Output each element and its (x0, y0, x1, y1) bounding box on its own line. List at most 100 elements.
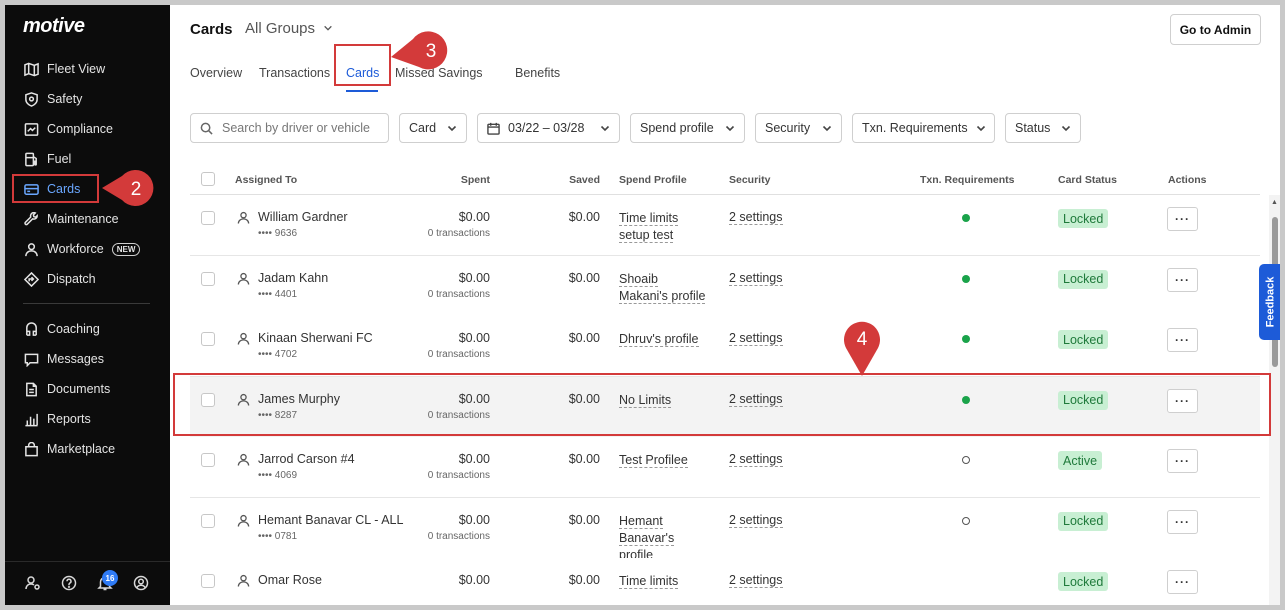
security-settings-link[interactable]: 2 settings (729, 513, 783, 528)
spend-profile-line: Banavar's (619, 530, 675, 546)
row-actions-button[interactable]: ··· (1167, 509, 1198, 534)
txn-requirement-status-dot (962, 335, 970, 343)
row-checkbox[interactable] (201, 271, 215, 286)
chevron-down-icon (1053, 123, 1071, 133)
sidebar-item-coaching[interactable]: Coaching (23, 318, 100, 340)
assignee-name[interactable]: Kinaan Sherwani FC (258, 331, 373, 345)
table-row[interactable]: William Gardner •••• 9636 $0.00 0 transacti… (190, 195, 1260, 256)
row-actions-button[interactable]: ··· (1167, 207, 1198, 231)
security-settings-link[interactable]: 2 settings (729, 452, 783, 467)
card-status-badge: Locked (1058, 511, 1109, 531)
spent-amount: $0.00 (458, 452, 490, 466)
assignee-name[interactable]: Jarrod Carson #4 (258, 452, 355, 466)
assignee-name[interactable]: Hemant Banavar CL - ALL (258, 513, 403, 527)
annotation-box-james-murphy-row (173, 373, 1271, 436)
row-checkbox[interactable] (201, 211, 215, 225)
row-actions-button[interactable]: ··· (1167, 328, 1198, 352)
annotation-number-3: 3 (426, 41, 437, 62)
sidebar-item-label: Workforce (47, 242, 104, 256)
column-actions: Actions (1168, 174, 1207, 186)
sidebar-item-marketplace[interactable]: Marketplace (23, 438, 115, 460)
tab-overview[interactable]: Overview (190, 66, 242, 80)
date-range-filter[interactable]: 03/22 – 03/28 (477, 113, 620, 143)
new-badge: NEW (111, 242, 141, 256)
go-to-admin-button[interactable]: Go to Admin (1170, 14, 1261, 45)
annotation-box-cards-tab (334, 44, 391, 86)
search-icon (200, 122, 213, 135)
spend-profile-link[interactable]: Dhruv's profile (619, 331, 719, 348)
table-row[interactable]: Jadam Kahn •••• 4401 $0.00 0 transactions $0… (190, 255, 1260, 317)
row-actions-button[interactable]: ··· (1167, 570, 1198, 594)
column-spend-profile[interactable]: Spend Profile (619, 174, 687, 186)
spend-profile-link[interactable]: Hemant Banavar's profile (619, 513, 719, 564)
security-settings-link[interactable]: 2 settings (729, 271, 783, 286)
card-filter[interactable]: Card (399, 113, 467, 143)
row-checkbox[interactable] (201, 332, 215, 346)
sidebar-item-documents[interactable]: Documents (23, 378, 110, 400)
table-row[interactable]: Jarrod Carson #4 •••• 4069 $0.00 0 transact… (190, 437, 1260, 498)
scroll-up-arrow-icon[interactable]: ▲ (1271, 199, 1278, 206)
status-filter[interactable]: Status (1005, 113, 1081, 143)
assignee-name[interactable]: Jadam Kahn (258, 271, 328, 285)
row-actions-button[interactable]: ··· (1167, 449, 1198, 473)
sidebar-item-maintenance[interactable]: Maintenance (23, 208, 119, 230)
column-txn-requirements[interactable]: Txn. Requirements (920, 174, 1015, 186)
sidebar-item-dispatch[interactable]: Dispatch (23, 268, 96, 290)
table-row[interactable]: Omar Rose $0.00 $0.00 Time limits 2 settings… (190, 558, 1260, 605)
date-range-label: 03/22 – 03/28 (508, 121, 585, 135)
tab-transactions[interactable]: Transactions (259, 66, 330, 80)
column-card-status[interactable]: Card Status (1058, 174, 1117, 186)
column-assigned-to[interactable]: Assigned To (235, 174, 297, 186)
spend-profile-line: Test Profilee (619, 453, 688, 468)
status-filter-label: Status (1015, 121, 1051, 135)
chevron-down-icon (968, 123, 986, 133)
spend-profile-link[interactable]: Time limits setup test (619, 210, 719, 244)
column-security[interactable]: Security (729, 174, 770, 186)
spend-profile-line: Time limits (619, 574, 679, 589)
user-settings-icon[interactable] (25, 575, 41, 591)
column-spent[interactable]: Spent (430, 174, 490, 186)
help-icon[interactable] (61, 575, 77, 591)
sidebar-item-safety[interactable]: Safety (23, 88, 82, 110)
search-input[interactable]: Search by driver or vehicle (190, 113, 389, 143)
sidebar-item-fleet-view[interactable]: Fleet View (23, 58, 105, 80)
spend-profile-link[interactable]: Time limits (619, 573, 719, 590)
card-status-badge: Locked (1058, 330, 1109, 349)
table-row[interactable]: Hemant Banavar CL - ALL •••• 0781 $0.00 0 t… (190, 497, 1260, 563)
security-settings-link[interactable]: 2 settings (729, 210, 783, 225)
row-checkbox[interactable] (201, 453, 215, 467)
row-checkbox[interactable] (201, 513, 215, 528)
chevron-down-icon (592, 123, 610, 133)
spend-profile-filter[interactable]: Spend profile (630, 113, 745, 143)
feedback-tab[interactable]: Feedback (1259, 264, 1280, 340)
assignee-name[interactable]: William Gardner (258, 210, 348, 224)
sidebar-item-workforce[interactable]: Workforce NEW (23, 238, 141, 260)
sidebar-item-fuel[interactable]: Fuel (23, 148, 71, 170)
spend-profile-line: Shoaib (619, 271, 658, 287)
row-actions-button[interactable]: ··· (1167, 267, 1198, 292)
spend-profile-link[interactable]: Test Profilee (619, 452, 719, 469)
sidebar-item-messages[interactable]: Messages (23, 348, 104, 370)
column-saved[interactable]: Saved (540, 174, 600, 186)
security-settings-link[interactable]: 2 settings (729, 573, 783, 588)
sidebar-item-label: Dispatch (47, 272, 96, 286)
sidebar-item-compliance[interactable]: Compliance (23, 118, 113, 140)
sidebar-item-reports[interactable]: Reports (23, 408, 91, 430)
txn-requirements-filter-label: Txn. Requirements (862, 121, 968, 135)
select-all-checkbox[interactable] (201, 172, 215, 186)
assignee-name[interactable]: Omar Rose (258, 573, 322, 587)
row-checkbox[interactable] (201, 574, 215, 588)
group-selector-label: All Groups (245, 20, 316, 37)
security-settings-link[interactable]: 2 settings (729, 331, 783, 346)
group-selector[interactable]: All Groups (245, 20, 333, 37)
motive-logo[interactable]: motive (23, 15, 85, 38)
txn-requirement-status-dot (962, 456, 970, 464)
sidebar-item-label: Maintenance (47, 212, 119, 226)
txn-requirements-filter[interactable]: Txn. Requirements (852, 113, 995, 143)
spend-profile-link[interactable]: Shoaib Makani's profile (619, 271, 719, 305)
tab-benefits[interactable]: Benefits (515, 66, 560, 80)
security-filter[interactable]: Security (755, 113, 842, 143)
table-row[interactable]: Kinaan Sherwani FC •••• 4702 $0.00 0 transa… (190, 316, 1260, 377)
profile-icon[interactable] (133, 575, 149, 591)
annotation-box-cards-nav (12, 174, 99, 203)
